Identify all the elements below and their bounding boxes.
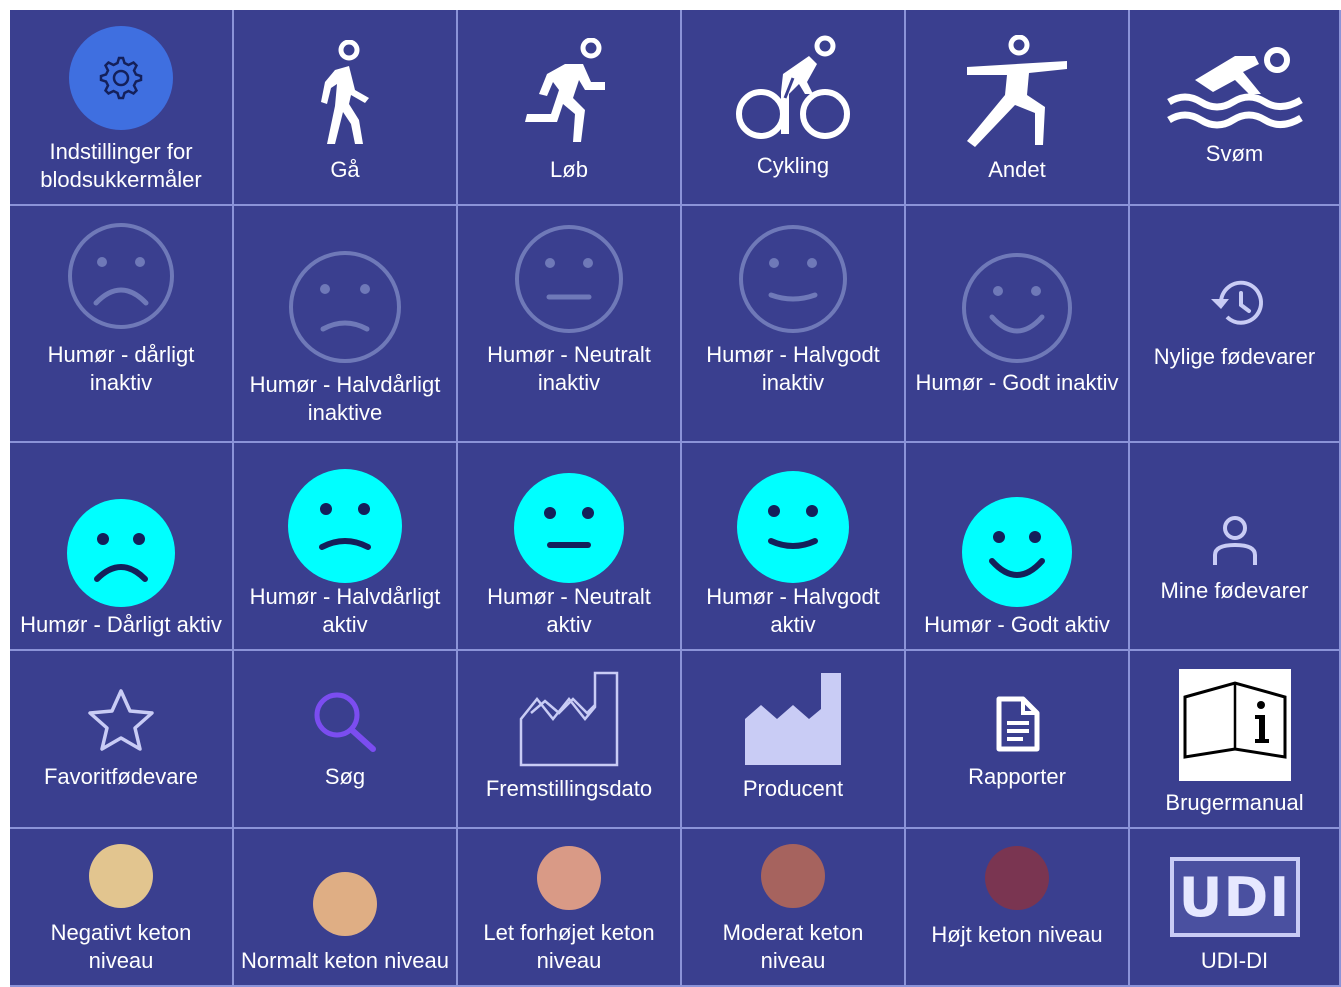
ketone-moderate-label: Moderat keton niveau (722, 920, 864, 973)
person-icon (1211, 515, 1259, 567)
mood-good-inactive-icon (960, 251, 1074, 365)
star-icon (86, 687, 156, 753)
udi-logo-icon: UDI (1169, 857, 1300, 937)
udi-di-label: UDI-DI (1200, 948, 1269, 973)
cell-ketone-negative: Negativt keton niveau (10, 829, 234, 987)
user-manual-label: Brugermanual (1165, 790, 1304, 815)
manual-icon (1178, 669, 1291, 781)
run-icon (519, 38, 619, 148)
ketone-swatch-icon (312, 871, 378, 937)
mood-good-active-icon (962, 497, 1072, 607)
mood-halfbad-active-icon (288, 469, 402, 583)
ketone-high-label: Højt keton niveau (931, 922, 1103, 947)
mood-neutral-active-icon (514, 473, 624, 583)
mood-halfbad-active-label: Humør - Halvdårligt aktiv (249, 584, 441, 637)
cell-settings: Indstillinger for blodsukkermåler (10, 10, 234, 206)
cell-mood-bad-inactive: Humør - dårligt inaktiv (10, 206, 234, 443)
udi-logo-text: UDI (1178, 865, 1291, 929)
cell-mood-good-inactive: Humør - Godt inaktiv (906, 206, 1130, 443)
cell-other: Andet (906, 10, 1130, 206)
reports-label: Rapporter (968, 764, 1066, 789)
ketone-slightly-high-label: Let forhøjet keton niveau (483, 920, 655, 973)
settings-icon (69, 26, 173, 130)
factory-outline-icon (517, 669, 621, 767)
cell-my-foods: Mine fødevarer (1130, 443, 1341, 651)
cell-ketone-high: Højt keton niveau (906, 829, 1130, 987)
swim-icon (1165, 44, 1305, 134)
manufacturer-label: Producent (742, 776, 844, 801)
other-sport-icon (957, 35, 1077, 150)
mood-bad-active-label: Humør - Dårligt aktiv (20, 612, 222, 637)
cell-search: Søg (234, 651, 458, 829)
cell-mood-halfgood-inactive: Humør - Halvgodt inaktiv (682, 206, 906, 443)
cell-walk: Gå (234, 10, 458, 206)
manufacture-date-label: Fremstillingsdato (485, 776, 653, 801)
search-label: Søg (324, 764, 366, 789)
ketone-swatch-icon (984, 845, 1050, 911)
mood-halfgood-inactive-label: Humør - Halvgodt inaktiv (706, 342, 880, 395)
ketone-swatch-icon (536, 845, 602, 911)
cell-manufacturer: Producent (682, 651, 906, 829)
cell-mood-halfgood-active: Humør - Halvgodt aktiv (682, 443, 906, 651)
mood-neutral-inactive-icon (513, 223, 625, 335)
mood-halfbad-inactive-label: Humør - Halvdårligt inaktive (249, 372, 441, 425)
mood-halfgood-inactive-icon (737, 223, 849, 335)
mood-neutral-inactive-label: Humør - Neutralt inaktiv (487, 342, 651, 395)
cell-mood-good-active: Humør - Godt aktiv (906, 443, 1130, 651)
factory-icon (741, 669, 845, 767)
ketone-swatch-icon (760, 843, 826, 909)
cell-mood-halfbad-active: Humør - Halvdårligt aktiv (234, 443, 458, 651)
my-foods-label: Mine fødevarer (1160, 578, 1309, 603)
settings-label: Indstillinger for blodsukkermåler (40, 139, 202, 192)
cell-ketone-slightly-high: Let forhøjet keton niveau (458, 829, 682, 987)
recent-foods-label: Nylige fødevarer (1153, 344, 1316, 369)
cell-ketone-moderate: Moderat keton niveau (682, 829, 906, 987)
cell-mood-neutral-active: Humør - Neutralt aktiv (458, 443, 682, 651)
mood-bad-inactive-label: Humør - dårligt inaktiv (47, 342, 195, 395)
cell-mood-bad-active: Humør - Dårligt aktiv (10, 443, 234, 651)
favorite-food-label: Favoritfødevare (43, 764, 199, 789)
cell-udi-di: UDI UDI-DI (1130, 829, 1341, 987)
mood-neutral-active-label: Humør - Neutralt aktiv (487, 584, 651, 637)
run-label: Løb (550, 157, 588, 182)
ketone-swatch-icon (88, 843, 154, 909)
cell-favorite-food: Favoritfødevare (10, 651, 234, 829)
cell-mood-neutral-inactive: Humør - Neutralt inaktiv (458, 206, 682, 443)
swim-label: Svøm (1205, 141, 1264, 166)
ketone-negative-label: Negativt keton niveau (50, 920, 192, 973)
cell-run: Løb (458, 10, 682, 206)
mood-good-inactive-label: Humør - Godt inaktiv (915, 370, 1119, 395)
cell-mood-halfbad-inactive: Humør - Halvdårligt inaktive (234, 206, 458, 443)
icon-legend-grid: Indstillinger for blodsukkermåler Gå Løb (10, 10, 1341, 987)
search-icon (307, 689, 383, 755)
cell-manufacture-date: Fremstillingsdato (458, 651, 682, 829)
cell-user-manual: Brugermanual (1130, 651, 1341, 829)
cell-recent-foods: Nylige fødevarer (1130, 206, 1341, 443)
history-icon (1205, 275, 1265, 331)
cell-swim: Svøm (1130, 10, 1341, 206)
cycling-icon (733, 34, 853, 144)
ketone-normal-label: Normalt keton niveau (241, 948, 449, 973)
walk-label: Gå (330, 157, 360, 182)
other-label: Andet (988, 157, 1046, 182)
cell-ketone-normal: Normalt keton niveau (234, 829, 458, 987)
document-icon (993, 695, 1041, 753)
cell-cycling: Cykling (682, 10, 906, 206)
mood-good-active-label: Humør - Godt aktiv (924, 612, 1110, 637)
cycling-label: Cykling (756, 153, 830, 178)
mood-bad-inactive-icon (66, 221, 176, 331)
mood-halfgood-active-icon (737, 471, 849, 583)
mood-halfgood-active-label: Humør - Halvgodt aktiv (706, 584, 880, 637)
walk-icon (305, 40, 385, 150)
cell-reports: Rapporter (906, 651, 1130, 829)
mood-bad-active-icon (67, 499, 175, 607)
mood-halfbad-inactive-icon (287, 249, 403, 365)
